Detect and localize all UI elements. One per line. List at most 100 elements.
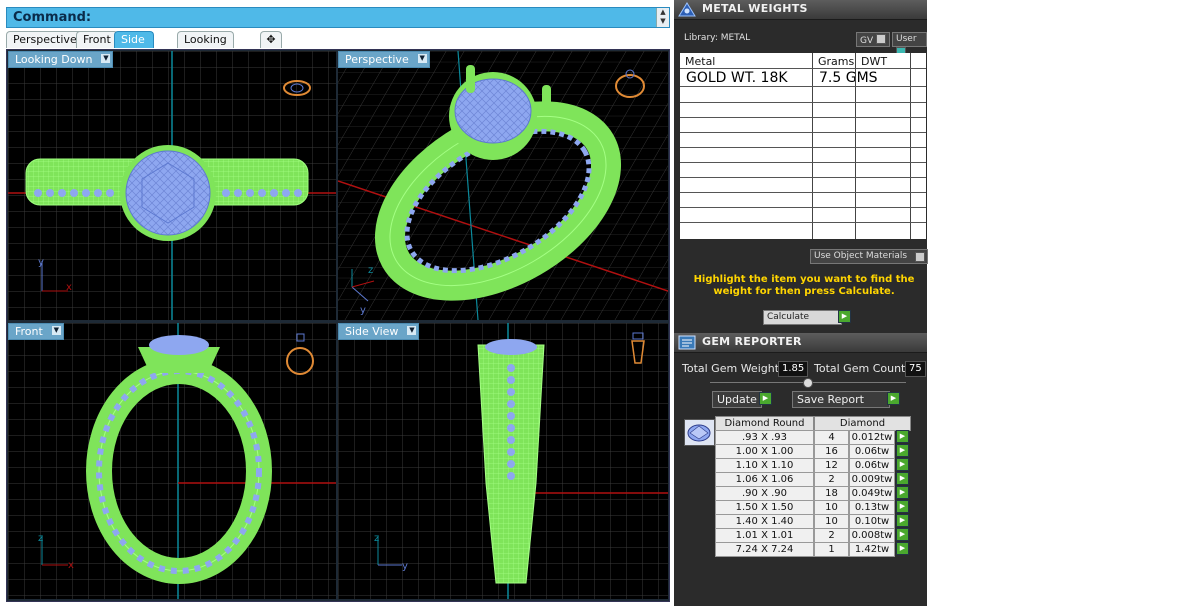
front-view: z x [8,323,336,599]
axis-label-x: x [66,282,72,293]
metal-table[interactable]: Metal Grams DWT GOLD WT. 18K 7.5 GMS [680,53,926,239]
gem-tw-cell: 0.06tw [849,444,895,459]
viewport-perspective[interactable]: z y Perspective ▼ [338,51,668,320]
gem-table-row[interactable]: 1.00 X 1.00 16 0.06tw ▶ [715,444,911,459]
viewport-label-text: Looking Down [15,53,93,66]
use-object-materials-label: Use Object Materials [814,251,908,261]
add-tab-button[interactable]: ✥ [260,31,282,48]
gem-row-arrow-button[interactable]: ▶ [896,500,909,513]
gem-tw-cell: 0.009tw [849,472,895,487]
looking-down-view: y x [8,51,336,320]
gem-preview-icon [687,424,711,442]
table-divider [680,86,926,87]
gem-reporter-title: GEM REPORTER [702,335,802,348]
gem-tw-cell: 0.008tw [849,528,895,543]
gem-size-cell: .90 X .90 [715,486,814,501]
table-divider [680,102,926,103]
viewport-label-looking-down[interactable]: Looking Down ▼ [8,51,114,68]
gem-preview[interactable] [684,419,715,446]
gem-count-cell: 18 [814,486,849,501]
user-label: User [896,34,917,44]
save-report-button[interactable]: ▶ [887,392,900,405]
gem-size-cell: 1.06 X 1.06 [715,472,814,487]
calculate-button[interactable]: ▶ [838,310,851,323]
calculate-dropdown[interactable]: Calculate [763,310,842,325]
gem-table-header-stone: Diamond [814,416,911,431]
update-field[interactable]: Update [712,391,762,408]
gem-row-arrow-button[interactable]: ▶ [896,430,909,443]
user-toggle[interactable]: User [892,32,927,57]
gem-row-arrow-button[interactable]: ▶ [896,458,909,471]
viewport-label-front[interactable]: Front ▼ [8,323,64,340]
gv-checkbox[interactable] [876,34,887,44]
use-object-materials[interactable]: Use Object Materials [810,249,928,264]
side-view: z y [338,323,668,599]
viewport-label-perspective[interactable]: Perspective ▼ [338,51,430,68]
tab-perspective[interactable]: Perspective [6,31,84,48]
metal-grams-cell: 7.5 GMS [819,70,878,86]
gem-count-cell: 12 [814,458,849,473]
axis-label-z: z [368,265,373,276]
gem-row-arrow-button[interactable]: ▶ [896,486,909,499]
axis-label-y: y [38,257,44,268]
save-report-field[interactable]: Save Report [792,391,890,408]
gem-tw-cell: 0.10tw [849,514,895,529]
gem-row-arrow-button[interactable]: ▶ [896,542,909,555]
gem-size-cell: 1.40 X 1.40 [715,514,814,529]
tab-looking-down[interactable]: Looking Down [177,31,234,62]
gem-row-arrow-button[interactable]: ▶ [896,472,909,485]
calculate-hint: Highlight the item you want to find the … [693,274,915,297]
update-label: Update [717,393,757,406]
viewport-side-view[interactable]: z y Side View ▼ [338,323,668,599]
gem-table-header-shape: Diamond Round [715,416,814,431]
table-divider [680,162,926,163]
table-divider [680,68,926,69]
col-metal: Metal [685,55,716,68]
gem-table-row[interactable]: 7.24 X 7.24 1 1.42tw ▶ [715,542,911,557]
use-object-materials-checkbox[interactable] [915,252,925,262]
gem-table-row[interactable]: 1.01 X 1.01 2 0.008tw ▶ [715,528,911,543]
gem-reporter-header[interactable]: GEM REPORTER [674,333,927,353]
viewport-front[interactable]: z x Front ▼ [8,323,336,599]
total-gem-count-value: 75 [905,361,926,377]
chevron-down-icon[interactable]: ▼ [417,54,427,63]
col-grams: Grams [818,55,855,68]
gv-label: GV [860,36,874,46]
gem-table-row[interactable]: 1.10 X 1.10 12 0.06tw ▶ [715,458,911,473]
command-scroll-arrows[interactable]: ▲ ▼ [656,8,669,27]
command-label: Command: [13,10,92,25]
gem-row-arrow-button[interactable]: ▶ [896,514,909,527]
metal-weights-header[interactable]: METAL WEIGHTS [674,0,927,20]
gem-row-arrow-button[interactable]: ▶ [896,444,909,457]
gv-toggle[interactable]: GV [856,32,891,47]
save-report-label: Save Report [797,393,864,406]
gem-table-row[interactable]: .90 X .90 18 0.049tw ▶ [715,486,911,501]
tab-side-view[interactable]: Side View [114,31,155,62]
gem-table-row[interactable]: .93 X .93 4 0.012tw ▶ [715,430,911,445]
chevron-down-icon[interactable]: ▼ [407,326,417,335]
table-divider [680,132,926,133]
gem-tw-cell: 0.049tw [849,486,895,501]
gem-size-cell: .93 X .93 [715,430,814,445]
update-button[interactable]: ▶ [759,392,772,405]
chevron-down-icon[interactable]: ▼ [51,326,61,335]
chevron-down-icon[interactable]: ▼ [101,54,111,63]
gem-table-row[interactable]: 1.50 X 1.50 10 0.13tw ▶ [715,500,911,515]
gem-table-row[interactable]: 1.06 X 1.06 2 0.009tw ▶ [715,472,911,487]
viewport-area: y x Looking Down ▼ z y Perspective ▼ z x… [6,49,670,602]
viewport-label-text: Front [15,325,43,338]
gem-size-cell: 1.50 X 1.50 [715,500,814,515]
gem-table-row[interactable]: 1.40 X 1.40 10 0.10tw ▶ [715,514,911,529]
slider-handle[interactable] [803,378,813,388]
gem-tw-cell: 0.06tw [849,458,895,473]
tab-front[interactable]: Front [76,31,118,48]
viewport-looking-down[interactable]: y x Looking Down ▼ [8,51,336,320]
gem-row-arrow-button[interactable]: ▶ [896,528,909,541]
library-label: Library: METAL [684,33,751,43]
metal-weights-title: METAL WEIGHTS [702,2,808,15]
table-divider [680,147,926,148]
viewport-label-text: Perspective [345,53,409,66]
command-bar[interactable]: Command: ▲ ▼ [6,7,670,28]
viewport-label-side-view[interactable]: Side View ▼ [338,323,420,340]
axis-label-x: x [68,560,74,571]
